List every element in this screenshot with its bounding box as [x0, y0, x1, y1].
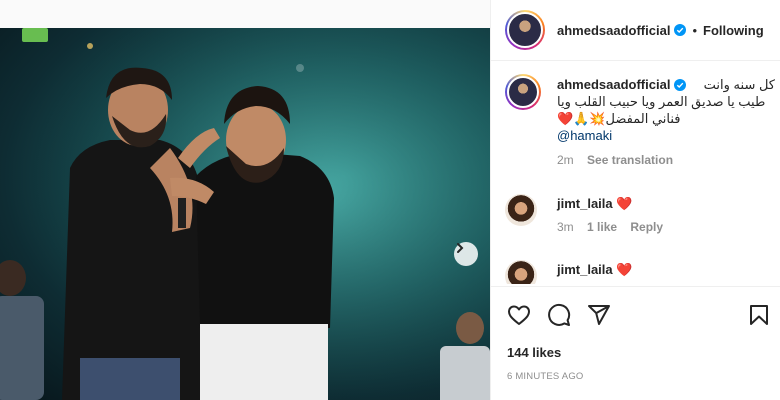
heart-icon [508, 305, 530, 325]
like-button[interactable] [505, 301, 533, 329]
caption-meta: 2m See translation [557, 152, 775, 169]
comment-likes[interactable]: 1 like [587, 220, 617, 234]
commenter-avatar[interactable] [505, 260, 537, 284]
caption-row [505, 74, 541, 110]
comment-icon [548, 303, 571, 326]
share-button[interactable] [585, 301, 613, 329]
bookmark-icon [750, 305, 768, 325]
caption-username[interactable]: ahmedsaadofficial [557, 76, 670, 93]
reply-button[interactable]: Reply [630, 220, 663, 234]
comment-meta: 3m 1 like Reply [557, 220, 663, 234]
top-strip [0, 0, 490, 28]
chevron-right-icon [457, 243, 464, 253]
author-avatar[interactable] [505, 10, 545, 50]
caption-mention[interactable]: @hamaki [557, 128, 612, 143]
share-icon [588, 305, 610, 325]
separator-dot: • [692, 22, 697, 38]
author-avatar-small[interactable] [505, 74, 541, 110]
see-translation-button[interactable]: See translation [587, 153, 673, 167]
following-button[interactable]: Following [703, 23, 764, 38]
comment-button[interactable] [545, 301, 573, 329]
caption-line-3: فناني المفضل💥🙏❤️ [557, 111, 681, 126]
caption: ahmedsaadofficial كل سنه وانت طيب يا صدي… [557, 76, 775, 169]
post-side-panel: ahmedsaadofficial • Following ahmedsaado… [490, 0, 780, 400]
likes-count[interactable]: 144 likes [507, 345, 561, 360]
comments-list: ahmedsaadofficial كل سنه وانت طيب يا صدي… [491, 62, 780, 284]
commenter-avatar[interactable] [505, 194, 537, 226]
caption-line-1: كل سنه وانت [703, 77, 775, 92]
post-photo[interactable] [0, 28, 490, 400]
comment-username[interactable]: jimt_laila [557, 196, 613, 211]
comment-row: jimt_laila ❤️ 3m 1 like Reply [505, 194, 663, 234]
caption-line-2: طيب يا صديق العمر ويا حبيب القلب ويا [557, 94, 766, 109]
action-icons [505, 301, 773, 329]
comment-time: 3m [557, 220, 574, 234]
author-username[interactable]: ahmedsaadofficial [557, 23, 670, 38]
post-header: ahmedsaadofficial • Following [491, 0, 780, 61]
verified-icon [674, 24, 687, 36]
save-button[interactable] [745, 301, 773, 329]
posted-time: 6 MINUTES AGO [507, 371, 584, 382]
caption-time: 2m [557, 153, 574, 167]
post-actions: 144 likes 6 MINUTES AGO [491, 286, 780, 400]
verified-icon [674, 78, 687, 91]
comment-text: ❤️ [616, 196, 633, 211]
comment-row: jimt_laila ❤️ [505, 260, 632, 284]
next-photo-button[interactable] [454, 242, 478, 266]
comment-username[interactable]: jimt_laila [557, 262, 613, 277]
concert-image [0, 28, 490, 400]
comment-text: ❤️ [616, 262, 633, 277]
